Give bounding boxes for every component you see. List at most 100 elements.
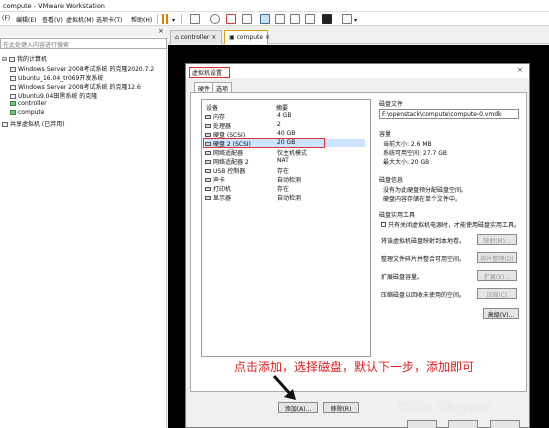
max-size: 最大大小: 20 GB xyxy=(383,159,430,166)
vm-icon xyxy=(10,76,16,81)
highlight-box xyxy=(203,138,325,148)
disk-info-heading: 磁盘信息 xyxy=(379,177,404,184)
window-title: compute - VMware Workstation xyxy=(3,2,105,10)
defrag-button[interactable]: 碎片整理(D) xyxy=(477,252,517,263)
vm-running-icon xyxy=(10,101,16,106)
device-row-usb[interactable]: USB 控制器 存在 xyxy=(205,166,365,175)
map-button[interactable]: 映射(M)... xyxy=(477,234,517,245)
dialog-footer-button[interactable] xyxy=(490,420,520,428)
terminal-icon[interactable] xyxy=(322,14,332,24)
watermark: CSDN @kcyuan xyxy=(398,400,492,414)
tree-item-shared-vms[interactable]: 共享虚拟机 (已弃用) xyxy=(2,119,65,128)
device-row-network-2[interactable]: 网络适配器 2 NAT xyxy=(205,157,365,166)
device-row-disk[interactable]: 硬盘 (SCSI) 40 GB xyxy=(205,130,365,139)
dialog-footer-button[interactable] xyxy=(407,420,437,428)
chevron-down-icon[interactable]: ▾ xyxy=(354,17,357,24)
dialog-title-bar: 虚拟机设置 × xyxy=(186,64,529,78)
search-input[interactable]: 在此处键入内容进行搜索 xyxy=(0,38,167,49)
vm-running-icon xyxy=(10,110,16,115)
library-panel: × 在此处键入内容进行搜索 ⊟ 我的计算机 Windows Server 200… xyxy=(0,27,167,428)
tree-item-compute[interactable]: compute xyxy=(10,109,44,116)
title-bar: compute - VMware Workstation xyxy=(0,0,549,12)
device-row-printer[interactable]: 打印机 存在 xyxy=(205,184,365,193)
disk-utility-note: 只有关闭虚拟机电源时，才能使用磁盘实用工具。 xyxy=(381,220,520,229)
tree-item-vm[interactable]: Windows Server 2008考试系统 的克隆2020.7.2 xyxy=(10,64,154,73)
menu-bar: (F) 编辑(E) 查看(V) 虚拟机(M) 选项卡(T) 帮助(H) ▾ ▾ xyxy=(0,12,549,26)
disk-utility-heading: 磁盘实用工具 xyxy=(379,212,416,219)
advanced-button[interactable]: 高级(V)... xyxy=(483,308,519,319)
close-icon[interactable]: × xyxy=(517,66,523,74)
menu-view[interactable]: 查看(V) xyxy=(42,15,63,24)
defrag-label: 整理文件碎片并整合可用空间。 xyxy=(381,256,466,263)
collapse-icon[interactable]: ⊟ xyxy=(2,56,7,63)
remove-hardware-button[interactable]: 移除(R) xyxy=(323,402,359,413)
add-hardware-button[interactable]: 添加(A)... xyxy=(278,402,318,413)
device-row-display[interactable]: 显示器 自动检测 xyxy=(205,193,365,202)
menu-edit[interactable]: 编辑(E) xyxy=(16,15,36,24)
vm-icon: ▣ xyxy=(229,34,235,41)
printer-icon xyxy=(205,187,211,191)
toolbar-separator xyxy=(157,14,158,24)
snapshot-manager-icon[interactable] xyxy=(242,14,252,24)
device-row-memory[interactable]: 内存 4 GB xyxy=(205,112,365,121)
sound-card-icon xyxy=(205,178,211,182)
hard-disk-icon xyxy=(205,133,211,137)
processor-icon xyxy=(205,124,211,128)
highlight-box xyxy=(189,67,230,78)
send-keys-icon[interactable] xyxy=(190,14,200,24)
tab-controller[interactable]: ⌂ controller × xyxy=(170,30,222,44)
tab-strip: ⌂ controller × ▣ compute × xyxy=(168,27,549,44)
close-icon[interactable]: × xyxy=(265,34,270,41)
capacity-heading: 容量 xyxy=(379,131,392,138)
tree-item-vm[interactable]: Windows Server 2008考试系统 的克隆12.6 xyxy=(10,82,141,91)
tree-item-vm[interactable]: Ubuntu_16.04_tr069开发系统 xyxy=(10,73,103,82)
chevron-down-icon[interactable]: ▾ xyxy=(172,17,175,24)
revert-snapshot-icon[interactable] xyxy=(226,14,236,24)
shared-vm-icon xyxy=(2,122,8,127)
library-header xyxy=(0,27,167,37)
device-list[interactable]: 设备 摘要 内存 4 GB 处理器 2 硬盘 (SCSI) 40 GB 硬盘 2… xyxy=(201,99,371,357)
menu-file[interactable]: (F) xyxy=(2,15,10,22)
column-header-device: 设备 xyxy=(206,105,219,112)
computer-icon xyxy=(8,57,15,62)
dialog-body: 设备 摘要 内存 4 GB 处理器 2 硬盘 (SCSI) 40 GB 硬盘 2… xyxy=(190,92,527,392)
annotation-text: 点击添加，选择磁盘，默认下一步，添加即可 xyxy=(234,360,475,374)
snapshot-icon[interactable] xyxy=(210,14,220,24)
current-size: 当前大小: 2.6 MB xyxy=(383,141,432,148)
menu-vm[interactable]: 虚拟机(M) xyxy=(66,15,94,24)
device-row-network[interactable]: 网络适配器 仅主机模式 xyxy=(205,148,365,157)
full-screen-icon[interactable] xyxy=(275,14,285,24)
vm-icon xyxy=(10,67,16,72)
console-view-icon[interactable] xyxy=(260,14,270,24)
tree-root-my-computer[interactable]: ⊟ 我的计算机 xyxy=(2,54,47,63)
dialog-footer-button[interactable] xyxy=(448,420,478,428)
disk-info-line: 硬盘内容存储在单个文件中。 xyxy=(383,196,462,203)
tree-item-controller[interactable]: controller xyxy=(10,100,47,107)
display-icon xyxy=(205,196,211,200)
expand-button[interactable]: 扩展(E)... xyxy=(477,270,517,281)
disk-info-line: 没有为此硬盘预分配磁盘空间。 xyxy=(383,187,468,194)
device-row-processor[interactable]: 处理器 2 xyxy=(205,121,365,130)
menu-tabs[interactable]: 选项卡(T) xyxy=(96,15,122,24)
device-row-sound[interactable]: 声卡 自动检测 xyxy=(205,175,365,184)
tree-item-vm[interactable]: Ubuntu9.04田黑系统 的克隆 xyxy=(10,91,97,100)
compact-button[interactable]: 压缩(C) xyxy=(477,288,517,299)
thumbnail-icon[interactable] xyxy=(305,14,315,24)
network-adapter-icon xyxy=(205,160,211,164)
network-adapter-icon xyxy=(205,151,211,155)
disk-file-path[interactable]: F:\openstack\compute\compute-0.vmdk xyxy=(379,109,519,119)
vm-icon xyxy=(10,94,16,99)
memory-icon xyxy=(205,115,211,119)
map-label: 将该虚拟机磁盘映射到本地卷。 xyxy=(381,238,466,245)
stretch-icon[interactable] xyxy=(342,14,352,24)
vm-icon xyxy=(10,85,16,90)
arrow-icon xyxy=(272,374,296,400)
close-icon[interactable]: × xyxy=(158,27,164,35)
menu-help[interactable]: 帮助(H) xyxy=(131,15,152,24)
pause-icon[interactable] xyxy=(162,14,168,24)
system-free-space: 系统可用空间: 27.7 GB xyxy=(383,150,447,157)
home-icon: ⌂ xyxy=(175,34,179,41)
tab-compute[interactable]: ▣ compute × xyxy=(224,30,270,44)
close-icon[interactable]: × xyxy=(211,34,216,41)
unity-icon[interactable] xyxy=(290,14,300,24)
